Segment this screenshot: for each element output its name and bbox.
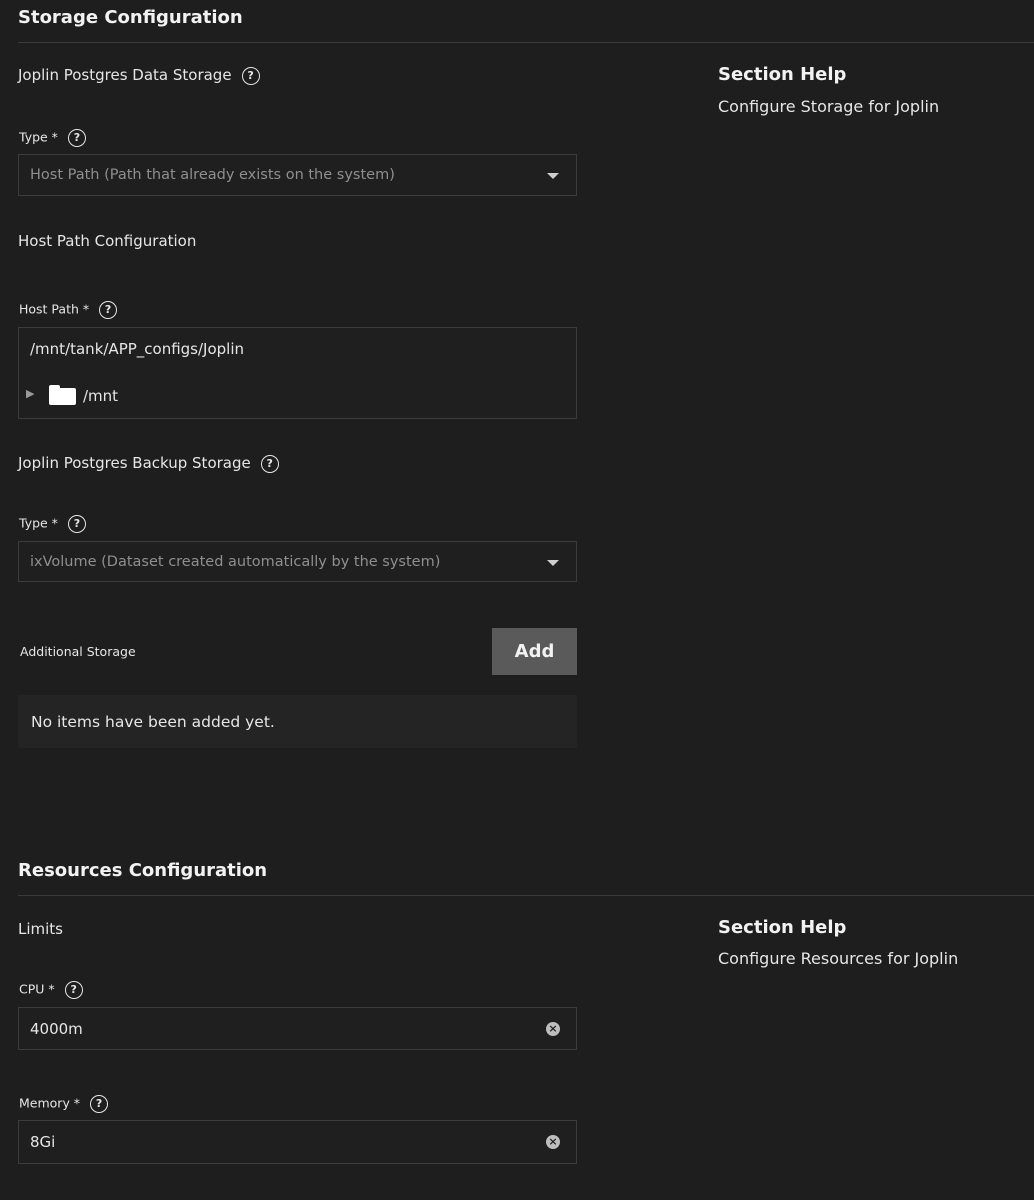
storage-section-title: Storage Configuration (18, 7, 243, 28)
type1-heading: Type *? (19, 129, 86, 147)
resources-help-text: Configure Resources for Joplin (718, 949, 959, 968)
tree-node-label[interactable]: /mnt (83, 387, 118, 405)
type2-label: Type * (19, 515, 58, 531)
memory-input[interactable]: 8Gi × (18, 1120, 577, 1164)
help-icon[interactable]: ? (67, 129, 86, 147)
storage-help-text: Configure Storage for Joplin (718, 97, 940, 116)
cpu-label: CPU * (19, 981, 55, 997)
help-icon[interactable]: ? (241, 66, 260, 85)
help-icon[interactable]: ? (90, 1095, 109, 1113)
host-path-input[interactable]: /mnt/tank/APP_configs/Joplin (18, 327, 577, 371)
type1-label: Type * (19, 129, 58, 145)
clear-icon[interactable]: × (546, 1135, 560, 1149)
cpu-input[interactable]: 4000m × (18, 1007, 577, 1050)
storage-help-title: Section Help (718, 64, 847, 85)
host-path-config-label: Host Path Configuration (18, 232, 197, 250)
help-icon[interactable]: ? (67, 515, 86, 533)
cpu-value: 4000m (30, 1020, 83, 1038)
path-tree: ▶ /mnt (18, 370, 577, 419)
resources-section-title: Resources Configuration (18, 860, 268, 881)
resources-help-title: Section Help (718, 917, 847, 938)
backup-storage-label: Joplin Postgres Backup Storage (18, 454, 251, 472)
host-path-heading: Host Path *? (19, 301, 118, 319)
backup-storage-heading: Joplin Postgres Backup Storage? (18, 454, 279, 473)
memory-heading: Memory *? (19, 1095, 109, 1113)
expand-arrow-icon[interactable]: ▶ (26, 387, 34, 400)
help-icon[interactable]: ? (99, 301, 118, 319)
data-storage-label: Joplin Postgres Data Storage (18, 66, 232, 84)
memory-value: 8Gi (30, 1133, 56, 1151)
add-button[interactable]: Add (492, 628, 577, 675)
host-path-label: Host Path * (19, 301, 90, 317)
help-icon[interactable]: ? (64, 981, 83, 999)
clear-icon[interactable]: × (546, 1022, 560, 1036)
memory-label: Memory * (19, 1095, 81, 1111)
empty-message: No items have been added yet. (31, 713, 275, 731)
help-icon[interactable]: ? (260, 454, 279, 473)
additional-storage-label: Additional Storage (20, 644, 136, 659)
resources-divider (18, 895, 1034, 896)
cpu-heading: CPU *? (19, 981, 83, 999)
limits-label: Limits (18, 920, 63, 938)
additional-storage-list: No items have been added yet. (18, 695, 577, 748)
storage-divider (18, 42, 1034, 43)
type1-select-value: Host Path (Path that already exists on t… (30, 167, 395, 183)
folder-icon (49, 385, 76, 405)
chevron-down-icon (547, 560, 559, 566)
host-path-value: /mnt/tank/APP_configs/Joplin (30, 340, 245, 358)
type2-select[interactable]: ixVolume (Dataset created automatically … (18, 541, 577, 582)
data-storage-heading: Joplin Postgres Data Storage? (18, 66, 260, 85)
type2-heading: Type *? (19, 515, 86, 533)
type1-select[interactable]: Host Path (Path that already exists on t… (18, 154, 577, 196)
chevron-down-icon (547, 173, 559, 179)
type2-select-value: ixVolume (Dataset created automatically … (30, 554, 441, 570)
